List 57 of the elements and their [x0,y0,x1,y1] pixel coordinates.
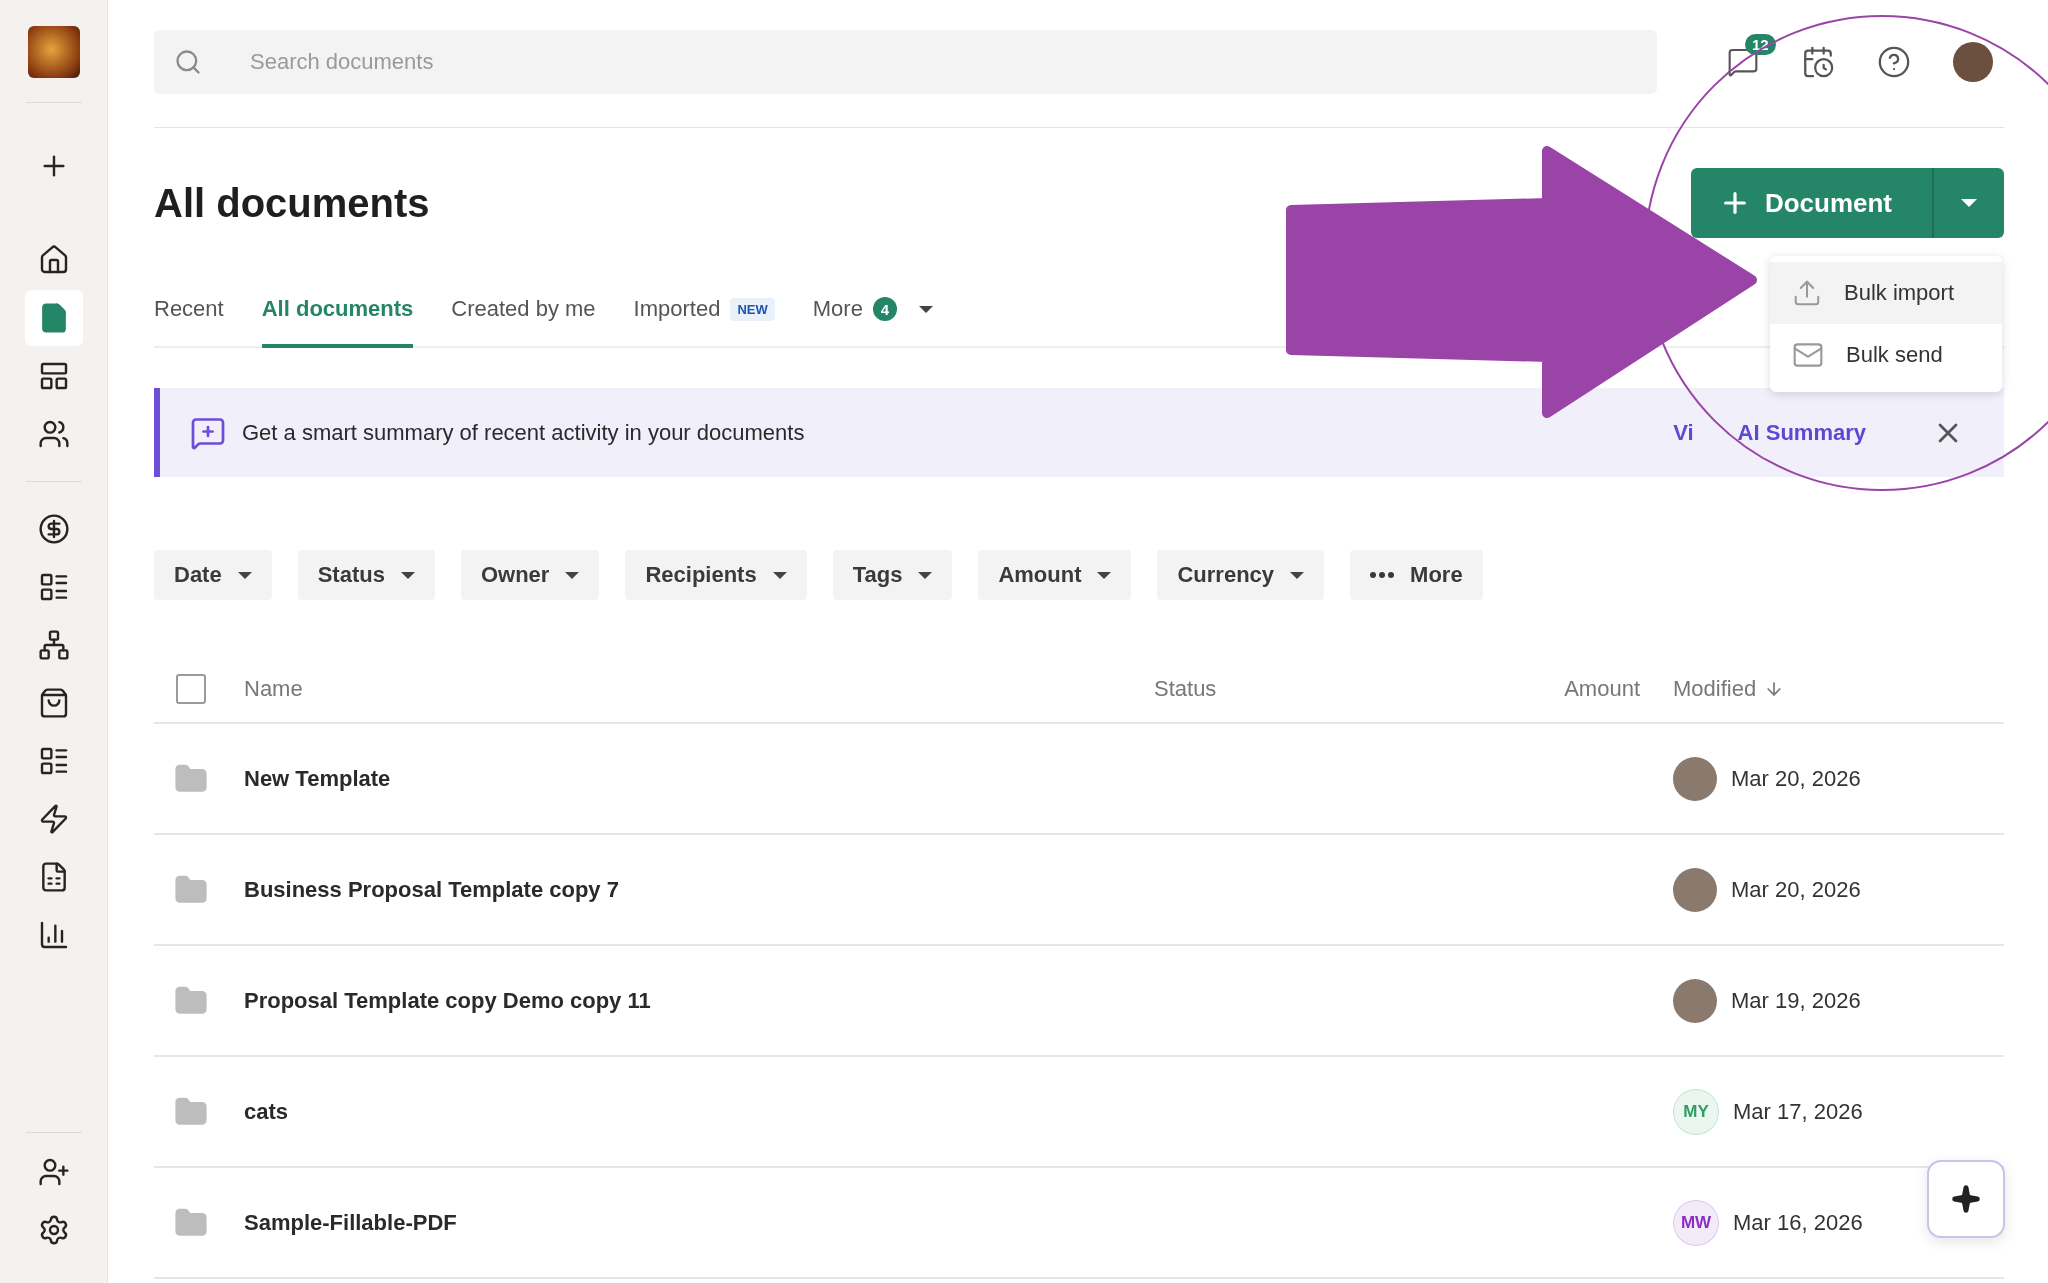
user-avatar[interactable] [1953,42,1993,82]
ai-summary-link[interactable]: AI Summary [1737,419,1866,446]
tab[interactable]: Recent [154,274,224,348]
menu-item[interactable]: Bulk import [1770,262,2002,324]
dots-icon [1370,572,1395,578]
avatar [1673,756,1717,801]
filter-dropdown[interactable]: Owner [460,550,600,600]
calendar-clock-icon[interactable] [1801,45,1835,79]
dollar-icon [37,513,70,545]
avatar-initials: MW [1673,1199,1719,1246]
tab[interactable]: Imported NEW [633,274,775,348]
filter-dropdown[interactable]: Currency [1157,550,1325,600]
modified-date: Mar 20, 2026 [1731,765,1861,792]
modified-date: Mar 16, 2026 [1733,1209,1863,1236]
count-badge: 4 [872,297,897,321]
avatar [1673,867,1717,912]
filter-dropdown[interactable]: Tags [832,550,953,600]
modified-date: Mar 17, 2026 [1733,1098,1863,1125]
upload-icon [1792,278,1822,308]
filter-dropdown[interactable]: Status [297,550,435,600]
filter-dropdown[interactable]: Date [154,550,272,600]
avatar [1673,978,1717,1023]
page-title: All documents [154,180,430,226]
select-all-checkbox[interactable] [176,674,206,704]
ai-assistant-button[interactable] [1927,1160,2005,1238]
tab[interactable]: All documents [261,274,414,348]
document-name[interactable]: Proposal Template copy Demo copy 11 [244,987,1154,1014]
modified-date: Mar 20, 2026 [1731,876,1861,903]
document-name[interactable]: cats [244,1098,1154,1125]
tab[interactable]: More 4 [812,274,933,348]
more-filters-button[interactable]: More [1350,550,1483,600]
column-header[interactable]: Amount [1520,676,1640,702]
document-name[interactable]: Sample-Fillable-PDF [244,1209,1154,1236]
logo-image [27,26,80,78]
view-summary-link[interactable]: Vi [1673,419,1694,446]
new-badge: NEW [730,297,775,321]
notification-badge: 12 [1745,34,1776,55]
banner-text: Get a smart summary of recent activity in your documents [242,419,806,446]
new-document-button[interactable]: Document [1690,168,1932,238]
caret-icon [918,305,933,313]
avatar-initials: MY [1673,1088,1719,1135]
filter-dropdown[interactable]: Amount [978,550,1132,600]
add-user-icon [37,1156,70,1188]
modified-date: Mar 19, 2026 [1731,987,1861,1014]
sparkle-icon [1951,1184,1981,1214]
search-field[interactable]: Search documents [154,30,1657,94]
document-name[interactable]: New Template [244,765,1154,792]
menu-item[interactable]: Bulk send [1770,324,2002,386]
document-name[interactable]: Business Proposal Template copy 7 [244,876,1154,903]
column-header[interactable]: Modified [1640,676,2004,702]
column-header[interactable]: Name [244,676,1154,702]
filter-dropdown[interactable]: Recipients [625,550,807,600]
column-header[interactable]: Status [1154,676,1520,702]
help-icon[interactable] [1877,45,1911,79]
tab[interactable]: Created by me [451,274,596,348]
contacts-icon [37,418,70,450]
network-icon [37,629,70,661]
